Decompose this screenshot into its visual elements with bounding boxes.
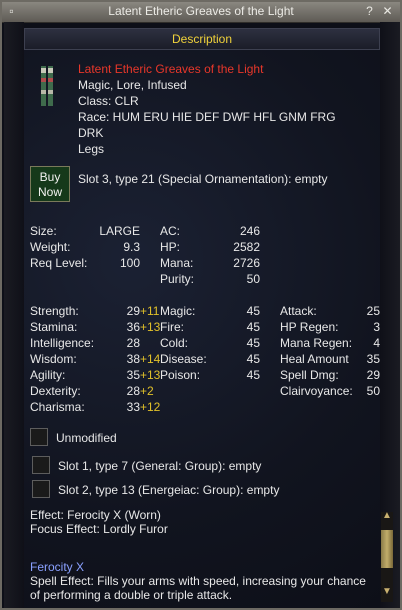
focus-line: Focus Effect: Lordly Furor — [30, 522, 168, 536]
mod-value: 35 — [366, 352, 380, 366]
attr-value: 33 — [126, 400, 140, 414]
item-flags: Magic, Lore, Infused — [78, 78, 187, 92]
mod-label: Spell Dmg: — [280, 368, 339, 382]
attr-label: Strength: — [30, 304, 79, 318]
resist-value: 45 — [246, 368, 260, 382]
attr-bonus: +11 — [140, 304, 160, 318]
spell-desc-1: Spell Effect: Fills your arms with speed… — [30, 574, 366, 588]
attr-bonus: +2 — [140, 384, 154, 398]
resist-value: 45 — [246, 336, 260, 350]
title-bar[interactable]: Latent Etheric Greaves of the Light ▫ ? … — [2, 2, 400, 23]
mod-label: HP Regen: — [280, 320, 339, 334]
spell-name: Ferocity X — [30, 560, 85, 574]
resist-label: Poison: — [160, 368, 201, 382]
stat-value: LARGE — [99, 224, 140, 238]
mod-label: Clairvoyance: — [280, 384, 353, 398]
aug-slot-1: Slot 1, type 7 (General: Group): empty — [58, 459, 262, 473]
attr-label: Agility: — [30, 368, 66, 382]
buy-now-label-2: Now — [37, 185, 62, 199]
effect-line: Effect: Ferocity X (Worn) — [30, 508, 161, 522]
unmodified-checkbox[interactable] — [30, 428, 48, 446]
stat-label: HP: — [160, 240, 181, 254]
attr-label: Intelligence: — [30, 336, 95, 350]
mod-label: Attack: — [280, 304, 317, 318]
resist-label: Magic: — [160, 304, 196, 318]
attr-value: 35 — [126, 368, 140, 382]
resist-label: Disease: — [160, 352, 207, 366]
mod-label: Heal Amount — [280, 352, 349, 366]
stat-value: 50 — [246, 272, 260, 286]
resist-value: 45 — [246, 352, 260, 366]
resist-value: 45 — [246, 304, 260, 318]
stat-label: Mana: — [160, 256, 194, 270]
greaves-icon — [41, 66, 53, 106]
window-title: Latent Etheric Greaves of the Light — [108, 4, 294, 18]
attr-value: 29 — [126, 304, 140, 318]
attr-value: 28 — [126, 336, 140, 350]
ornament-slot: Slot 3, type 21 (Special Ornamentation):… — [78, 172, 328, 186]
description-label: Description — [171, 32, 233, 46]
description-header: Description — [24, 28, 380, 50]
attr-value: 28 — [126, 384, 140, 398]
resist-value: 45 — [246, 320, 260, 334]
item-window: Latent Etheric Greaves of the Light ▫ ? … — [0, 0, 402, 610]
attr-label: Charisma: — [30, 400, 85, 414]
aug-slot-1-box[interactable] — [32, 456, 50, 474]
stat-value: 2582 — [233, 240, 260, 254]
item-race-line1: Race: HUM ERU HIE DEF DWF HFL GNM FRG — [78, 110, 336, 124]
help-icon[interactable]: ? — [363, 5, 376, 18]
mod-label: Mana Regen: — [280, 336, 353, 350]
resist-label: Cold: — [160, 336, 189, 350]
stat-value: 100 — [119, 256, 140, 270]
stat-value: 9.3 — [123, 240, 140, 254]
mod-value: 29 — [366, 368, 380, 382]
item-race-line2: DRK — [78, 126, 104, 140]
stat-value: 246 — [239, 224, 260, 238]
attr-label: Dexterity: — [30, 384, 81, 398]
mod-value: 50 — [366, 384, 380, 398]
unmodified-label: Unmodified — [56, 431, 117, 445]
item-class: Class: CLR — [78, 94, 139, 108]
close-icon[interactable]: ✕ — [381, 5, 394, 18]
buy-now-button[interactable]: Buy Now — [30, 166, 70, 202]
stat-label: Size: — [30, 224, 57, 238]
left-frame — [4, 22, 24, 608]
attr-bonus: +13 — [140, 368, 161, 382]
mod-value: 3 — [373, 320, 380, 334]
mod-value: 25 — [366, 304, 380, 318]
aug-slot-2: Slot 2, type 13 (Energeiac: Group): empt… — [58, 483, 280, 497]
aug-slot-2-box[interactable] — [32, 480, 50, 498]
window-menu-icon[interactable]: ▫ — [5, 5, 18, 18]
attr-bonus: +13 — [140, 320, 161, 334]
scroll-down-icon[interactable]: ▼ — [381, 586, 393, 598]
stat-label: Req Level: — [30, 256, 88, 270]
stat-value: 2726 — [233, 256, 260, 270]
scrollbar-thumb[interactable] — [381, 530, 393, 568]
item-slot: Legs — [78, 142, 105, 156]
attr-bonus: +14 — [140, 352, 161, 366]
stat-label: AC: — [160, 224, 181, 238]
stat-label: Purity: — [160, 272, 195, 286]
attr-value: 36 — [126, 320, 140, 334]
mod-value: 4 — [373, 336, 380, 350]
stat-label: Weight: — [30, 240, 71, 254]
item-name: Latent Etheric Greaves of the Light — [78, 62, 264, 76]
attr-bonus: +12 — [140, 400, 161, 414]
scroll-up-icon[interactable]: ▲ — [381, 510, 393, 522]
resist-label: Fire: — [160, 320, 184, 334]
attr-label: Stamina: — [30, 320, 78, 334]
attr-label: Wisdom: — [30, 352, 77, 366]
spell-desc-2: of performing a double or triple attack. — [30, 588, 233, 602]
buy-now-label-1: Buy — [39, 170, 61, 184]
attr-value: 38 — [126, 352, 140, 366]
